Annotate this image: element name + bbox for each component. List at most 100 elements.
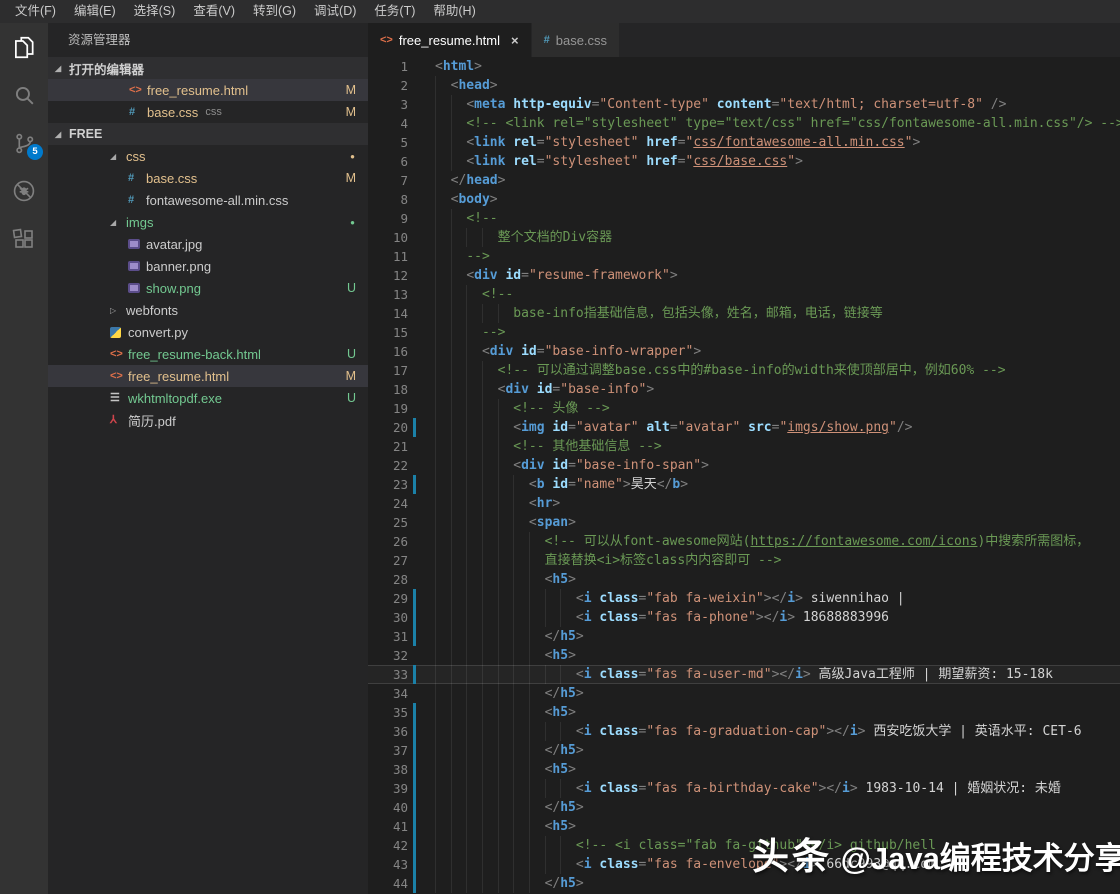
menu-item[interactable]: 任务(T) (365, 0, 424, 23)
code-line-26[interactable]: 26 <!-- 可以从font-awesome网站(https://fontaw… (368, 532, 1120, 551)
indent-guide (451, 209, 452, 228)
file-row[interactable]: #base.csscssM (48, 101, 368, 123)
indent-guide (529, 779, 530, 798)
code-line-25[interactable]: 25 <span> (368, 513, 1120, 532)
indent-guide (451, 380, 452, 399)
editor-tab[interactable]: <>free_resume.html× (368, 23, 531, 57)
watermark-brand: 头条 (752, 836, 832, 877)
code-line-37[interactable]: 37 </h5> (368, 741, 1120, 760)
code-line-20[interactable]: 20 <img id="avatar" alt="avatar" src="im… (368, 418, 1120, 437)
code-line-10[interactable]: 10 整个文档的Div容器 (368, 228, 1120, 247)
line-number: 5 (368, 133, 408, 152)
code-line-1[interactable]: 1<html> (368, 57, 1120, 76)
extensions-icon[interactable] (0, 215, 48, 263)
file-row[interactable]: <>free_resume-back.htmlU (48, 343, 368, 365)
code-line-12[interactable]: 12 <div id="resume-framework"> (368, 266, 1120, 285)
indent-guide (435, 608, 436, 627)
code-line-7[interactable]: 7 </head> (368, 171, 1120, 190)
search-icon[interactable] (0, 71, 48, 119)
indent-guide (435, 722, 436, 741)
workspace-header[interactable]: ◢ FREE (48, 123, 368, 145)
line-number: 42 (368, 836, 408, 855)
file-row[interactable]: show.pngU (48, 277, 368, 299)
file-row[interactable]: #base.cssM (48, 167, 368, 189)
gutter-modified-marker (413, 418, 416, 437)
file-row[interactable]: ☰wkhtmltopdf.exeU (48, 387, 368, 409)
code-line-5[interactable]: 5 <link rel="stylesheet" href="css/fonta… (368, 133, 1120, 152)
code-line-14[interactable]: 14 base-info指基础信息，包括头像，姓名，邮箱，电话，链接等 (368, 304, 1120, 323)
indent-guide (451, 741, 452, 760)
code-line-31[interactable]: 31 </h5> (368, 627, 1120, 646)
code-line-23[interactable]: 23 <b id="name">昊天</b> (368, 475, 1120, 494)
debug-icon[interactable] (0, 167, 48, 215)
file-row[interactable]: avatar.jpg (48, 233, 368, 255)
file-row[interactable]: convert.py (48, 321, 368, 343)
editor-tab[interactable]: #base.css (532, 23, 619, 57)
code-line-19[interactable]: 19 <!-- 头像 --> (368, 399, 1120, 418)
code-line-18[interactable]: 18 <div id="base-info"> (368, 380, 1120, 399)
code-line-16[interactable]: 16 <div id="base-info-wrapper"> (368, 342, 1120, 361)
code-line-33[interactable]: 33 <i class="fas fa-user-md"></i> 高级Java… (368, 665, 1120, 684)
line-number: 17 (368, 361, 408, 380)
code-line-32[interactable]: 32 <h5> (368, 646, 1120, 665)
line-number: 13 (368, 285, 408, 304)
menu-item[interactable]: 编辑(E) (65, 0, 125, 23)
code-line-39[interactable]: 39 <i class="fas fa-birthday-cake"></i> … (368, 779, 1120, 798)
code-line-38[interactable]: 38 <h5> (368, 760, 1120, 779)
code-line-13[interactable]: 13 <!-- (368, 285, 1120, 304)
code-line-22[interactable]: 22 <div id="base-info-span"> (368, 456, 1120, 475)
menu-item[interactable]: 查看(V) (184, 0, 244, 23)
indent-guide (435, 513, 436, 532)
code-line-24[interactable]: 24 <hr> (368, 494, 1120, 513)
folder-row[interactable]: ◢imgs● (48, 211, 368, 233)
folder-row[interactable]: ▷webfonts (48, 299, 368, 321)
indent-guide (513, 551, 514, 570)
code-line-40[interactable]: 40 </h5> (368, 798, 1120, 817)
code-line-30[interactable]: 30 <i class="fas fa-phone"></i> 18688883… (368, 608, 1120, 627)
code-line-36[interactable]: 36 <i class="fas fa-graduation-cap"></i>… (368, 722, 1120, 741)
open-editors-header[interactable]: ◢ 打开的编辑器 (48, 57, 368, 79)
code-line-21[interactable]: 21 <!-- 其他基础信息 --> (368, 437, 1120, 456)
code-line-35[interactable]: 35 <h5> (368, 703, 1120, 722)
code-line-3[interactable]: 3 <meta http-equiv="Content-type" conten… (368, 95, 1120, 114)
code-line-17[interactable]: 17 <!-- 可以通过调整base.css中的#base-info的width… (368, 361, 1120, 380)
indent-guide (451, 285, 452, 304)
code-line-8[interactable]: 8 <body> (368, 190, 1120, 209)
code-line-6[interactable]: 6 <link rel="stylesheet" href="css/base.… (368, 152, 1120, 171)
indent-guide (435, 646, 436, 665)
code-line-4[interactable]: 4 <!-- <link rel="stylesheet" type="text… (368, 114, 1120, 133)
indent-guide (498, 608, 499, 627)
menu-item[interactable]: 转到(G) (244, 0, 305, 23)
code-line-9[interactable]: 9 <!-- (368, 209, 1120, 228)
code-area[interactable]: 1<html>2 <head>3 <meta http-equiv="Conte… (368, 57, 1120, 894)
code-line-34[interactable]: 34 </h5> (368, 684, 1120, 703)
file-row[interactable]: ⅄简历.pdf (48, 409, 368, 431)
indent-guide (451, 665, 452, 684)
file-row[interactable]: banner.png (48, 255, 368, 277)
file-row[interactable]: #fontawesome-all.min.css (48, 189, 368, 211)
source-control-icon[interactable]: 5 (0, 119, 48, 167)
explorer-sidebar: 资源管理器 ◢ 打开的编辑器 <>free_resume.htmlM#base.… (48, 23, 368, 894)
code-line-28[interactable]: 28 <h5> (368, 570, 1120, 589)
file-name: free_resume.html (128, 369, 229, 384)
menu-item[interactable]: 选择(S) (125, 0, 185, 23)
close-icon[interactable]: × (511, 33, 519, 48)
indent-guide (435, 228, 436, 247)
file-name: imgs (126, 215, 153, 230)
code-line-29[interactable]: 29 <i class="fab fa-weixin"></i> siwenni… (368, 589, 1120, 608)
folder-row[interactable]: ◢css● (48, 145, 368, 167)
menu-item[interactable]: 调试(D) (305, 0, 365, 23)
code-line-15[interactable]: 15 --> (368, 323, 1120, 342)
file-row[interactable]: <>free_resume.htmlM (48, 79, 368, 101)
menu-item[interactable]: 文件(F) (6, 0, 65, 23)
menu-item[interactable]: 帮助(H) (424, 0, 484, 23)
indent-guide (451, 342, 452, 361)
code-line-11[interactable]: 11 --> (368, 247, 1120, 266)
explorer-icon[interactable] (0, 23, 48, 71)
indent-guide (529, 817, 530, 836)
file-row[interactable]: <>free_resume.htmlM (48, 365, 368, 387)
code-line-27[interactable]: 27 直接替换<i>标签class内内容即可 --> (368, 551, 1120, 570)
watermark-handle: @Java编程技术分享 (832, 841, 1120, 876)
indent-guide (529, 684, 530, 703)
code-line-2[interactable]: 2 <head> (368, 76, 1120, 95)
